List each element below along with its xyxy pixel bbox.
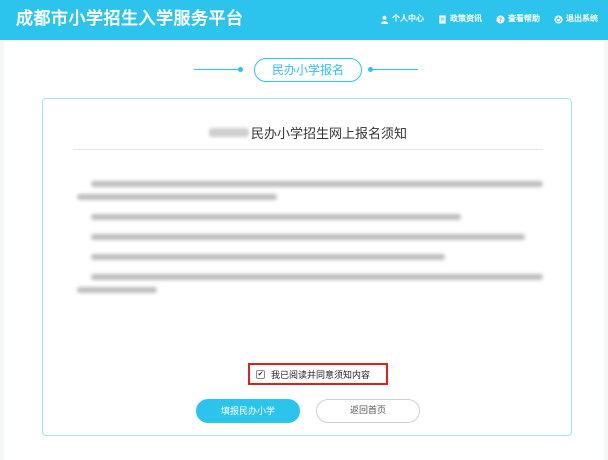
return-home-button[interactable]: 返回首页 bbox=[316, 399, 420, 423]
fill-private-school-button[interactable]: 填报民办小学 bbox=[196, 399, 300, 423]
blurred-text-line bbox=[91, 214, 461, 220]
notice-card: 民办小学招生网上报名须知 ✔ 我已阅读并同意须知内容 填报民办小学 返回首页 bbox=[42, 98, 572, 436]
logout-icon bbox=[554, 14, 563, 24]
nav-label: 个人中心 bbox=[392, 14, 424, 23]
help-icon: ? bbox=[496, 14, 505, 24]
heading-dot-left bbox=[238, 67, 243, 72]
top-nav: 个人中心 政策资讯 ? 查看帮助 退出系统 bbox=[380, 13, 598, 25]
nav-help[interactable]: ? 查看帮助 bbox=[496, 13, 540, 25]
nav-label: 查看帮助 bbox=[508, 14, 540, 23]
notice-title: 民办小学招生网上报名须知 bbox=[43, 123, 573, 142]
heading-line-right bbox=[372, 69, 418, 70]
agree-label: 我已阅读并同意须知内容 bbox=[271, 370, 371, 381]
nav-policy-news[interactable]: 政策资讯 bbox=[438, 13, 482, 25]
blurred-year bbox=[208, 128, 249, 137]
document-icon bbox=[439, 14, 446, 24]
top-header: 成都市小学招生入学服务平台 个人中心 政策资讯 ? 查看帮助 退出系统 bbox=[0, 0, 608, 40]
nav-label: 退出系统 bbox=[566, 14, 598, 23]
site-title: 成都市小学招生入学服务平台 bbox=[16, 9, 244, 29]
title-divider bbox=[73, 149, 543, 150]
agree-checkbox[interactable]: ✔ bbox=[256, 369, 265, 379]
svg-text:?: ? bbox=[499, 17, 503, 24]
blurred-text-line bbox=[91, 274, 543, 280]
blurred-text-line bbox=[91, 181, 543, 187]
blurred-text-line bbox=[91, 254, 445, 260]
heading-line-left bbox=[194, 69, 240, 70]
section-title: 民办小学报名 bbox=[254, 58, 362, 82]
blurred-text-line bbox=[77, 194, 277, 200]
user-icon bbox=[380, 15, 389, 24]
blurred-text-line bbox=[91, 234, 525, 240]
agreement-highlight: ✔ 我已阅读并同意须知内容 bbox=[248, 363, 388, 385]
nav-label: 政策资讯 bbox=[450, 14, 482, 23]
nav-logout[interactable]: 退出系统 bbox=[554, 13, 598, 25]
section-heading: 民办小学报名 bbox=[4, 58, 604, 82]
blurred-text-line bbox=[77, 287, 157, 293]
main-content: 民办小学报名 民办小学招生网上报名须知 ✔ 我已阅读并同意须知内容 填报民办小学… bbox=[4, 40, 604, 460]
nav-personal-center[interactable]: 个人中心 bbox=[380, 13, 424, 25]
notice-title-text: 民办小学招生网上报名须知 bbox=[250, 127, 407, 142]
